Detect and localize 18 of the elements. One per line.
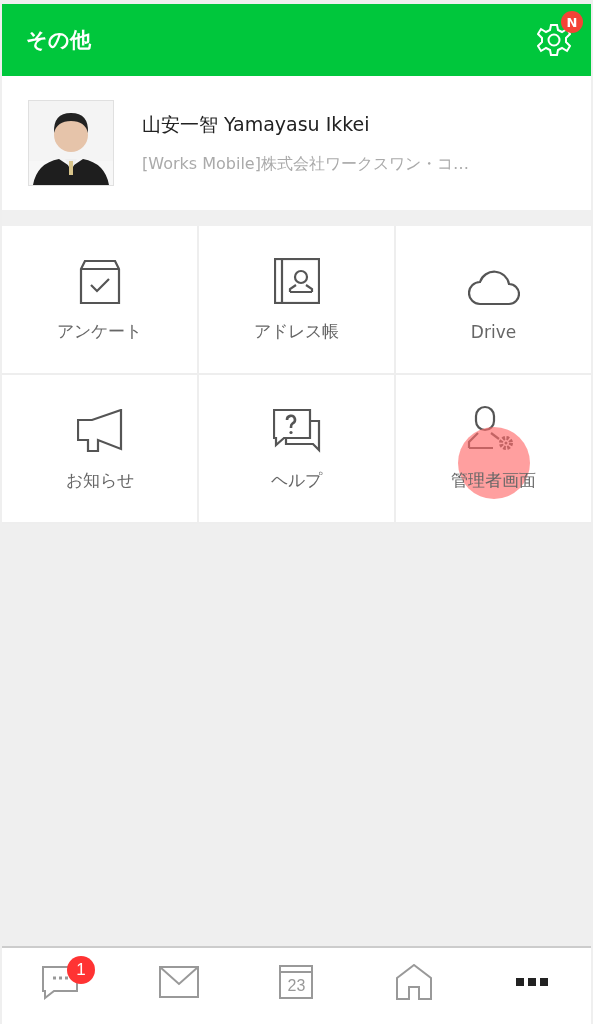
menu-item[interactable]: ヘルプ — [199, 375, 394, 522]
menu-item[interactable]: アンケート — [2, 226, 197, 373]
page-title: その他 — [26, 27, 91, 54]
calendar-icon: 23 — [279, 965, 314, 999]
menu-item[interactable]: アドレス帳 — [199, 226, 394, 373]
tab[interactable]: 1 — [2, 948, 120, 1024]
menu-item[interactable]: Drive — [396, 226, 591, 373]
help-chat-icon — [272, 409, 321, 453]
megaphone-icon — [76, 409, 123, 453]
company-name: [Works Mobile]株式会社ワークスワン・コ… — [142, 153, 469, 175]
address-book-icon — [273, 258, 320, 304]
home-icon — [395, 964, 434, 1000]
menu-item[interactable]: お知らせ — [2, 375, 197, 522]
notification-badge: N — [561, 11, 583, 33]
unread-badge: 1 — [66, 956, 95, 984]
user-name: 山安一智 Yamayasu Ikkei — [142, 111, 371, 137]
mail-icon — [158, 966, 199, 998]
more-icon — [516, 978, 549, 986]
